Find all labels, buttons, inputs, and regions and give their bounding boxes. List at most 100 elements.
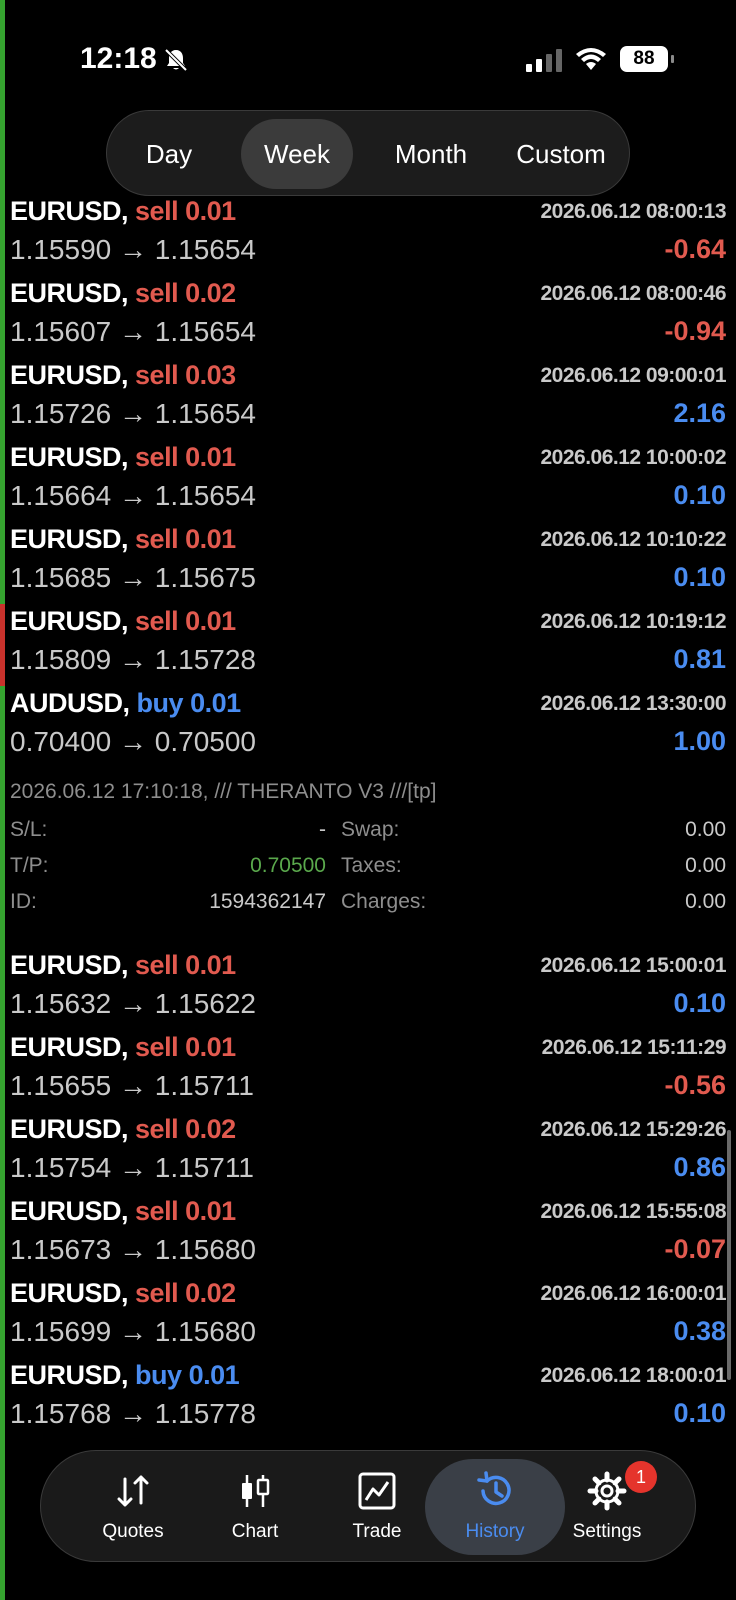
- sl-value: -: [319, 818, 326, 841]
- tab-trade[interactable]: Trade: [315, 1459, 439, 1555]
- sl-label: S/L:: [10, 818, 48, 841]
- trade-symbol: EURUSD,: [10, 1278, 129, 1308]
- scrollbar[interactable]: [727, 1130, 731, 1380]
- tab-label: Chart: [231, 1521, 279, 1542]
- id-label: ID:: [10, 890, 37, 913]
- trade-time: 2026.06.12 15:29:26: [540, 1118, 727, 1141]
- trade-profit: 0.10: [673, 562, 726, 592]
- trade-side: sell: [135, 1114, 179, 1144]
- charges-value: 0.00: [685, 890, 726, 913]
- trade-volume: 0.03: [185, 360, 236, 390]
- trade-side: sell: [135, 278, 179, 308]
- period-tab-month[interactable]: Month: [371, 119, 491, 189]
- trade-time: 2026.06.12 13:30:00: [540, 692, 727, 715]
- trade-volume: 0.01: [190, 688, 241, 718]
- tp-label: T/P:: [10, 854, 49, 877]
- trade-time: 2026.06.12 10:00:02: [540, 446, 727, 469]
- trade-symbol: EURUSD,: [10, 196, 129, 226]
- trade-volume: 0.01: [185, 1032, 236, 1062]
- period-filter: Day Week Month Custom: [106, 110, 630, 196]
- trade-row[interactable]: EURUSD, sell 0.01 2026.06.12 10:10:22 1.…: [0, 524, 736, 606]
- trade-profit: -0.64: [664, 234, 726, 264]
- candlestick-chart-icon: [242, 1475, 270, 1507]
- trade-side: sell: [135, 1278, 179, 1308]
- tab-chart[interactable]: Chart: [193, 1459, 317, 1555]
- trade-profit: 0.38: [673, 1316, 726, 1346]
- trade-prices: 1.15673 → 1.15680: [10, 1234, 256, 1265]
- trade-prices: 1.15590 → 1.15654: [10, 234, 256, 265]
- trade-row[interactable]: EURUSD, buy 0.01 2026.06.12 18:00:01 1.1…: [0, 1360, 736, 1442]
- trade-side: buy: [136, 688, 184, 718]
- trade-row[interactable]: EURUSD, sell 0.02 2026.06.12 08:00:46 1.…: [0, 278, 736, 360]
- swap-value: 0.00: [685, 818, 726, 841]
- details-row-tp: T/P: 0.70500 Taxes: 0.00: [10, 854, 726, 884]
- trade-time: 2026.06.12 15:11:29: [541, 1036, 727, 1059]
- trade-profit: 0.10: [673, 988, 726, 1018]
- tab-history[interactable]: History: [425, 1459, 565, 1555]
- trade-row[interactable]: EURUSD, sell 0.01 2026.06.12 15:00:01 1.…: [0, 950, 736, 1032]
- trade-side: sell: [135, 1032, 179, 1062]
- trade-details-panel: 2026.06.12 17:10:18, /// THERANTO V3 ///…: [0, 772, 736, 932]
- trade-row[interactable]: EURUSD, sell 0.01 2026.06.12 08:00:13 1.…: [0, 196, 736, 278]
- charges-label: Charges:: [341, 890, 427, 913]
- period-tab-week[interactable]: Week: [241, 119, 353, 189]
- battery-indicator: 88: [620, 46, 674, 72]
- trade-prices: 1.15699 → 1.15680: [10, 1316, 256, 1347]
- trade-row[interactable]: EURUSD, sell 0.02 2026.06.12 15:29:26 1.…: [0, 1114, 736, 1196]
- wifi-icon: [576, 48, 606, 70]
- trade-prices: 1.15664 → 1.15654: [10, 480, 256, 511]
- tab-label: History: [465, 1521, 525, 1542]
- trade-profit: 0.86: [673, 1152, 726, 1182]
- period-tab-custom[interactable]: Custom: [499, 119, 623, 189]
- silent-bell-icon: [164, 48, 188, 72]
- trade-time: 2026.06.12 15:55:08: [540, 1200, 727, 1223]
- tab-settings[interactable]: 1 Settings: [545, 1459, 669, 1555]
- tab-quotes[interactable]: Quotes: [71, 1459, 195, 1555]
- trade-side: sell: [135, 524, 179, 554]
- trade-row-expanded[interactable]: AUDUSD, buy 0.01 2026.06.12 13:30:00 0.7…: [0, 688, 736, 770]
- trade-row[interactable]: EURUSD, sell 0.03 2026.06.12 09:00:01 1.…: [0, 360, 736, 442]
- quotes-arrows-icon: [117, 1475, 149, 1507]
- trade-side: sell: [135, 606, 179, 636]
- trade-time: 2026.06.12 08:00:46: [540, 282, 727, 305]
- trade-time: 2026.06.12 18:00:01: [540, 1364, 727, 1387]
- trade-side: sell: [135, 442, 179, 472]
- trade-volume: 0.01: [185, 1196, 236, 1226]
- trade-side: buy: [135, 1360, 182, 1390]
- period-tab-day[interactable]: Day: [119, 119, 219, 189]
- trade-row[interactable]: EURUSD, sell 0.01 2026.06.12 15:11:29 1.…: [0, 1032, 736, 1114]
- taxes-value: 0.00: [685, 854, 726, 877]
- trade-profit: -0.07: [664, 1234, 726, 1264]
- trade-time: 2026.06.12 08:00:13: [540, 200, 727, 223]
- trade-row[interactable]: EURUSD, sell 0.02 2026.06.12 16:00:01 1.…: [0, 1278, 736, 1360]
- trade-row[interactable]: EURUSD, sell 0.01 2026.06.12 15:55:08 1.…: [0, 1196, 736, 1278]
- swap-label: Swap:: [341, 818, 400, 841]
- trade-volume: 0.01: [185, 196, 236, 226]
- trade-side: sell: [135, 196, 179, 226]
- trade-volume: 0.02: [185, 278, 236, 308]
- trade-symbol: EURUSD,: [10, 1032, 129, 1062]
- trade-profit: 2.16: [673, 398, 726, 428]
- bottom-tab-bar: Quotes Chart Trade History 1 Settings: [40, 1450, 696, 1562]
- trade-volume: 0.01: [185, 524, 236, 554]
- trade-prices: 1.15632 → 1.15622: [10, 988, 256, 1019]
- history-clock-icon: [477, 1471, 511, 1506]
- trade-time: 2026.06.12 15:00:01: [540, 954, 727, 977]
- trade-time: 2026.06.12 09:00:01: [540, 364, 727, 387]
- trade-symbol: EURUSD,: [10, 1196, 129, 1226]
- taxes-label: Taxes:: [341, 854, 402, 877]
- details-row-sl: S/L: - Swap: 0.00: [10, 818, 726, 848]
- trade-side: sell: [135, 360, 179, 390]
- trade-profit: 1.00: [673, 726, 726, 756]
- trade-volume: 0.01: [185, 950, 236, 980]
- trade-symbol: EURUSD,: [10, 1360, 129, 1390]
- trade-symbol: EURUSD,: [10, 950, 129, 980]
- trade-row[interactable]: EURUSD, sell 0.01 2026.06.12 10:19:12 1.…: [0, 606, 736, 688]
- gear-icon: [587, 1471, 627, 1511]
- status-bar: 12:18 88: [0, 0, 736, 110]
- trade-chart-icon: [358, 1472, 396, 1510]
- trade-time: 2026.06.12 10:19:12: [540, 610, 727, 633]
- trade-row[interactable]: EURUSD, sell 0.01 2026.06.12 10:00:02 1.…: [0, 442, 736, 524]
- trade-profit: 0.81: [673, 644, 726, 674]
- trade-side: sell: [135, 1196, 179, 1226]
